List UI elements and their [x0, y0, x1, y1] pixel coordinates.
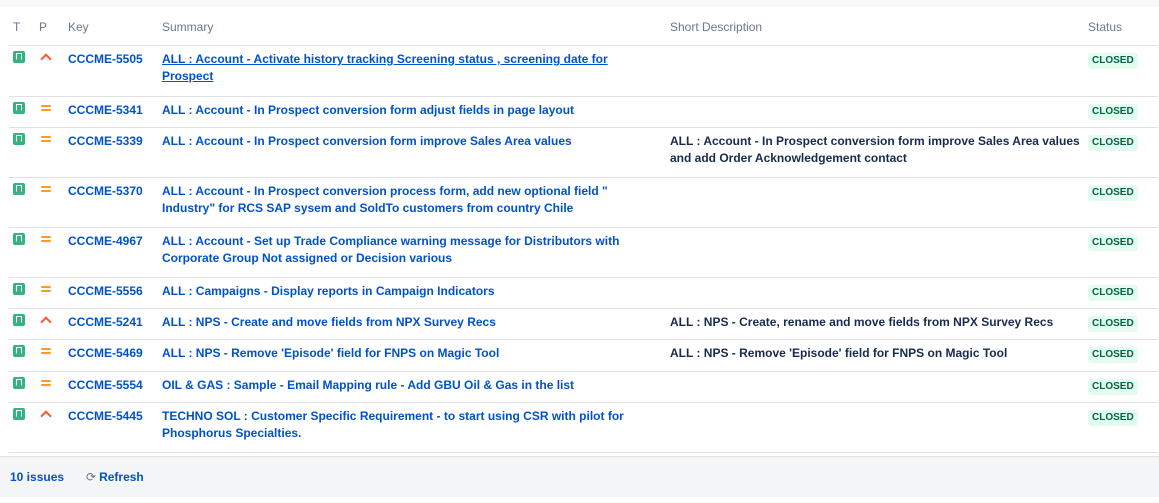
table-row: CCCME-5341 ALL : Account - In Prospect c… [9, 96, 1158, 128]
table-row: CCCME-5370 ALL : Account - In Prospect c… [9, 177, 1158, 228]
refresh-button[interactable]: ⟳ Refresh [86, 470, 144, 484]
status-badge: CLOSED [1088, 347, 1138, 363]
issue-key-link[interactable]: CCCME-5339 [68, 134, 143, 148]
issue-summary-link[interactable]: ALL : NPS - Remove 'Episode' field for F… [162, 346, 499, 360]
issue-key-link[interactable]: CCCME-5370 [68, 184, 143, 198]
issue-key-link[interactable]: CCCME-5556 [68, 284, 143, 298]
priority-major-icon [39, 377, 53, 389]
issue-count: 10 issues [10, 470, 65, 484]
issue-key-link[interactable]: CCCME-5469 [68, 346, 143, 360]
issue-summary-link[interactable]: TECHNO SOL : Customer Specific Requireme… [162, 409, 624, 440]
issue-key-link[interactable]: CCCME-4967 [68, 234, 143, 248]
issue-summary-link[interactable]: ALL : Campaigns - Display reports in Cam… [162, 284, 495, 298]
story-icon [13, 183, 25, 195]
priority-major-icon [39, 283, 53, 295]
refresh-label: Refresh [99, 470, 144, 484]
story-icon [13, 408, 25, 420]
column-header-key[interactable]: Key [64, 9, 158, 46]
issue-key-link[interactable]: CCCME-5341 [68, 103, 143, 117]
issue-key-link[interactable]: CCCME-5241 [68, 315, 143, 329]
short-description: ALL : Account - In Prospect conversion f… [670, 134, 1080, 165]
table-row: CCCME-5445 TECHNO SOL : Customer Specifi… [9, 402, 1158, 453]
story-icon [13, 314, 25, 326]
status-badge: CLOSED [1088, 53, 1138, 69]
story-icon [13, 283, 25, 295]
status-badge: CLOSED [1088, 285, 1138, 301]
table-row: CCCME-5339 ALL : Account - In Prospect c… [9, 127, 1158, 178]
table-row: CCCME-4967 ALL : Account - Set up Trade … [9, 227, 1158, 278]
issue-summary-link[interactable]: ALL : Account - In Prospect conversion p… [162, 184, 608, 215]
priority-major-icon [39, 133, 53, 145]
issue-key-link[interactable]: CCCME-5445 [68, 409, 143, 423]
issue-summary-link[interactable]: ALL : NPS - Create and move fields from … [162, 315, 496, 329]
priority-major-icon [39, 233, 53, 245]
priority-high-icon [39, 408, 53, 420]
refresh-icon: ⟳ [86, 470, 97, 484]
short-description: ALL : NPS - Remove 'Episode' field for F… [670, 346, 1008, 360]
story-icon [13, 233, 25, 245]
priority-major-icon [39, 183, 53, 195]
priority-high-icon [39, 51, 53, 63]
column-header-priority[interactable]: P [35, 9, 64, 46]
issue-summary-link[interactable]: OIL & GAS : Sample - Email Mapping rule … [162, 378, 574, 392]
issue-summary-link[interactable]: ALL : Account - In Prospect conversion f… [162, 103, 574, 117]
status-badge: CLOSED [1088, 104, 1138, 120]
story-icon [13, 102, 25, 114]
issue-summary-link[interactable]: ALL : Account - Activate history trackin… [162, 52, 608, 83]
table-row: CCCME-5241 ALL : NPS - Create and move f… [9, 308, 1158, 340]
table-row: CCCME-5505 ALL : Account - Activate hist… [9, 45, 1158, 97]
priority-high-icon [39, 314, 53, 326]
status-badge: CLOSED [1088, 185, 1138, 201]
table-footer: 10 issues ⟳ Refresh [0, 456, 1159, 497]
issue-key-link[interactable]: CCCME-5554 [68, 378, 143, 392]
header-row: T P Key Summary Short Description Status [9, 9, 1158, 46]
story-icon [13, 377, 25, 389]
status-badge: CLOSED [1088, 316, 1138, 332]
story-icon [13, 345, 25, 357]
status-badge: CLOSED [1088, 410, 1138, 426]
status-badge: CLOSED [1088, 379, 1138, 395]
issues-table: T P Key Summary Short Description Status… [9, 9, 1158, 453]
story-icon [13, 51, 25, 63]
issue-key-link[interactable]: CCCME-5505 [68, 52, 143, 66]
table-row: CCCME-5469 ALL : NPS - Remove 'Episode' … [9, 339, 1158, 372]
status-badge: CLOSED [1088, 135, 1138, 151]
table-row: CCCME-5556 ALL : Campaigns - Display rep… [9, 277, 1158, 309]
priority-major-icon [39, 102, 53, 114]
column-header-short-description[interactable]: Short Description [666, 9, 1084, 46]
priority-major-icon [39, 345, 53, 357]
column-header-type[interactable]: T [9, 9, 35, 46]
story-icon [13, 133, 25, 145]
status-badge: CLOSED [1088, 235, 1138, 251]
column-header-status[interactable]: Status [1084, 9, 1158, 46]
top-strip [0, 0, 1159, 7]
column-header-summary[interactable]: Summary [158, 9, 666, 46]
issue-summary-link[interactable]: ALL : Account - In Prospect conversion f… [162, 134, 572, 148]
issue-summary-link[interactable]: ALL : Account - Set up Trade Compliance … [162, 234, 619, 265]
short-description: ALL : NPS - Create, rename and move fiel… [670, 315, 1054, 329]
table-row: CCCME-5554 OIL & GAS : Sample - Email Ma… [9, 371, 1158, 403]
